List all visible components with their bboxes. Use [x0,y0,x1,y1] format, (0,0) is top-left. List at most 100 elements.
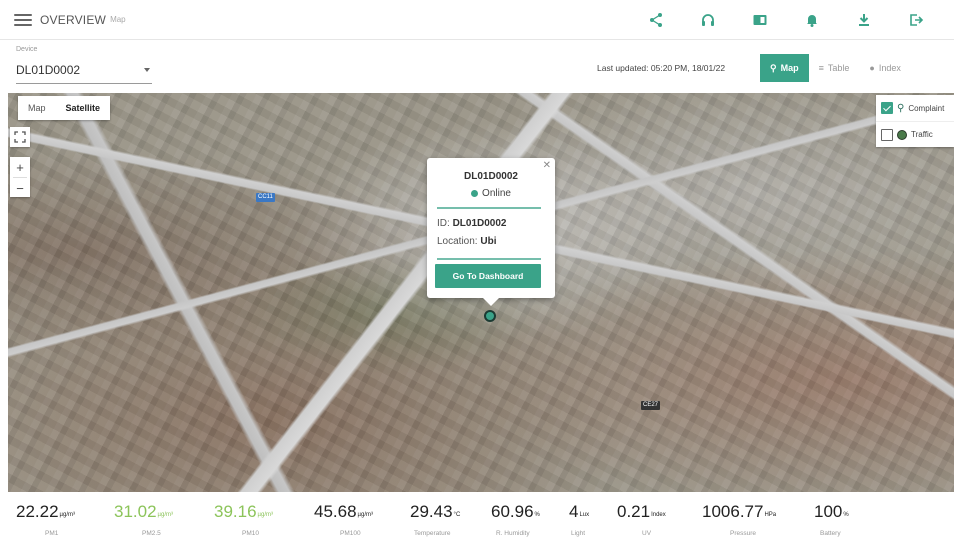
tab-table[interactable]: ≡ Table [809,54,860,82]
metric-pm25: 31.02µg/m³ PM2.5 [112,494,200,543]
popup-id-value: DL01D0002 [452,218,507,229]
download-icon[interactable] [838,0,890,40]
page-title: OVERVIEW [40,12,107,27]
popup-divider [437,207,541,209]
metrics-bar: 22.22µg/m³ PM1 31.02µg/m³ PM2.5 39.16µg/… [0,494,954,543]
metric-number: 31.02 [114,502,157,521]
logout-icon[interactable] [890,0,942,40]
popup-status-label: Online [482,188,511,199]
device-popup: ✕ DL01D0002 Online ID: DL01D0002 Locatio… [427,158,555,306]
layer-complaint-label: Complaint [908,103,945,113]
metric-battery: 100% Battery [812,494,862,543]
metric-value: 60.96% [491,502,540,522]
metric-label: PM1 [45,530,59,537]
metric-number: 22.22 [16,502,59,521]
device-marker[interactable] [484,310,496,322]
layer-complaint[interactable]: ⚲ Complaint [876,95,954,121]
metric-value: 100% [814,502,849,522]
metric-pm10: 39.16µg/m³ PM10 [212,494,300,543]
metric-humidity: 60.96% R. Humidity [490,494,554,543]
go-to-dashboard-button[interactable]: Go To Dashboard [435,264,541,288]
zoom-in-button[interactable]: + [10,157,30,177]
metric-value: 0.21Index [617,502,666,522]
share-icon[interactable] [630,0,682,40]
headset-icon[interactable] [682,0,734,40]
metric-value: 4Lux [569,502,589,522]
map-type-map-button[interactable]: Map [18,96,56,120]
popup-status: Online [427,188,555,199]
metric-temperature: 29.43°C Temperature [408,494,478,543]
metric-label: R. Humidity [496,530,530,537]
metric-unit: µg/m³ [59,512,76,518]
layer-traffic-label: Traffic [911,130,933,139]
device-label: Device [16,46,38,53]
popup-location-value: Ubi [480,236,497,247]
satellite-map[interactable]: Map Satellite + − ⚲ Complaint Traffic CC… [8,93,954,492]
metric-uv: 0.21Index UV [616,494,686,543]
zoom-out-button[interactable]: − [10,178,30,198]
status-dot-icon [471,190,479,197]
zoom-control: + − [10,157,30,197]
map-type-control: Map Satellite [18,96,111,120]
metric-value: 45.68µg/m³ [314,502,373,522]
table-icon: ≡ [818,63,824,73]
map-type-satellite-button[interactable]: Satellite [56,96,111,120]
panel-icon[interactable] [734,0,786,40]
chevron-down-icon [144,68,150,72]
metric-number: 45.68 [314,502,357,521]
metric-pm1: 22.22µg/m³ PM1 [12,494,94,543]
metric-unit: µg/m³ [157,512,174,518]
close-icon[interactable]: ✕ [543,160,551,171]
tab-table-label: Table [827,63,850,73]
metric-number: 1006.77 [702,502,764,521]
app: OVERVIEW Map Device DL01D0002 Last updat… [0,0,954,543]
bell-icon[interactable] [786,0,838,40]
metric-label: PM100 [340,530,361,537]
metric-pressure: 1006.77HPa Pressure [700,494,800,543]
top-bar: OVERVIEW Map [0,0,954,40]
metric-number: 29.43 [410,502,453,521]
metric-unit: % [843,512,849,518]
popup-location-label: Location: [437,236,478,247]
popup-title: DL01D0002 [464,171,518,182]
metric-number: 60.96 [491,502,534,521]
page-subtitle: Map [110,15,126,24]
road-tag: CE27 [641,401,661,410]
complaint-checkbox[interactable] [881,102,893,114]
tab-map[interactable]: ⚲ Map [760,54,809,82]
view-tabs: ⚲ Map ≡ Table ● Index [760,54,911,82]
metric-value: 29.43°C [410,502,460,522]
metric-value: 31.02µg/m³ [114,502,173,522]
popup-divider [437,258,541,260]
metric-number: 0.21 [617,502,651,521]
pin-icon: ⚲ [897,102,905,114]
metric-number: 4 [569,502,579,521]
metric-number: 100 [814,502,843,521]
menu-icon[interactable] [14,13,32,26]
road-tag: CC11 [256,193,275,202]
metric-label: Battery [820,530,841,537]
traffic-checkbox[interactable] [881,128,893,141]
metric-value: 1006.77HPa [702,502,776,522]
index-icon: ● [869,63,875,73]
tab-index[interactable]: ● Index [859,54,910,82]
map-pin-icon: ⚲ [770,62,777,73]
popup-id: ID: DL01D0002 [437,218,506,229]
metric-label: PM10 [242,530,259,537]
tab-index-label: Index [878,63,901,73]
metric-value: 39.16µg/m³ [214,502,273,522]
layer-traffic[interactable]: Traffic [876,121,954,147]
device-select[interactable]: Device DL01D0002 [16,46,152,84]
metric-unit: HPa [764,512,777,518]
layer-panel: ⚲ Complaint Traffic [876,95,954,147]
device-value: DL01D0002 [16,63,81,77]
fullscreen-button[interactable] [10,127,30,147]
metric-label: PM2.5 [142,530,161,537]
metric-unit: % [534,512,540,518]
metric-label: Light [571,530,586,537]
popup-location: Location: Ubi [437,236,496,247]
metric-label: Pressure [730,530,757,537]
metric-label: Temperature [414,530,451,537]
metric-value: 22.22µg/m³ [16,502,75,522]
metric-number: 39.16 [214,502,257,521]
